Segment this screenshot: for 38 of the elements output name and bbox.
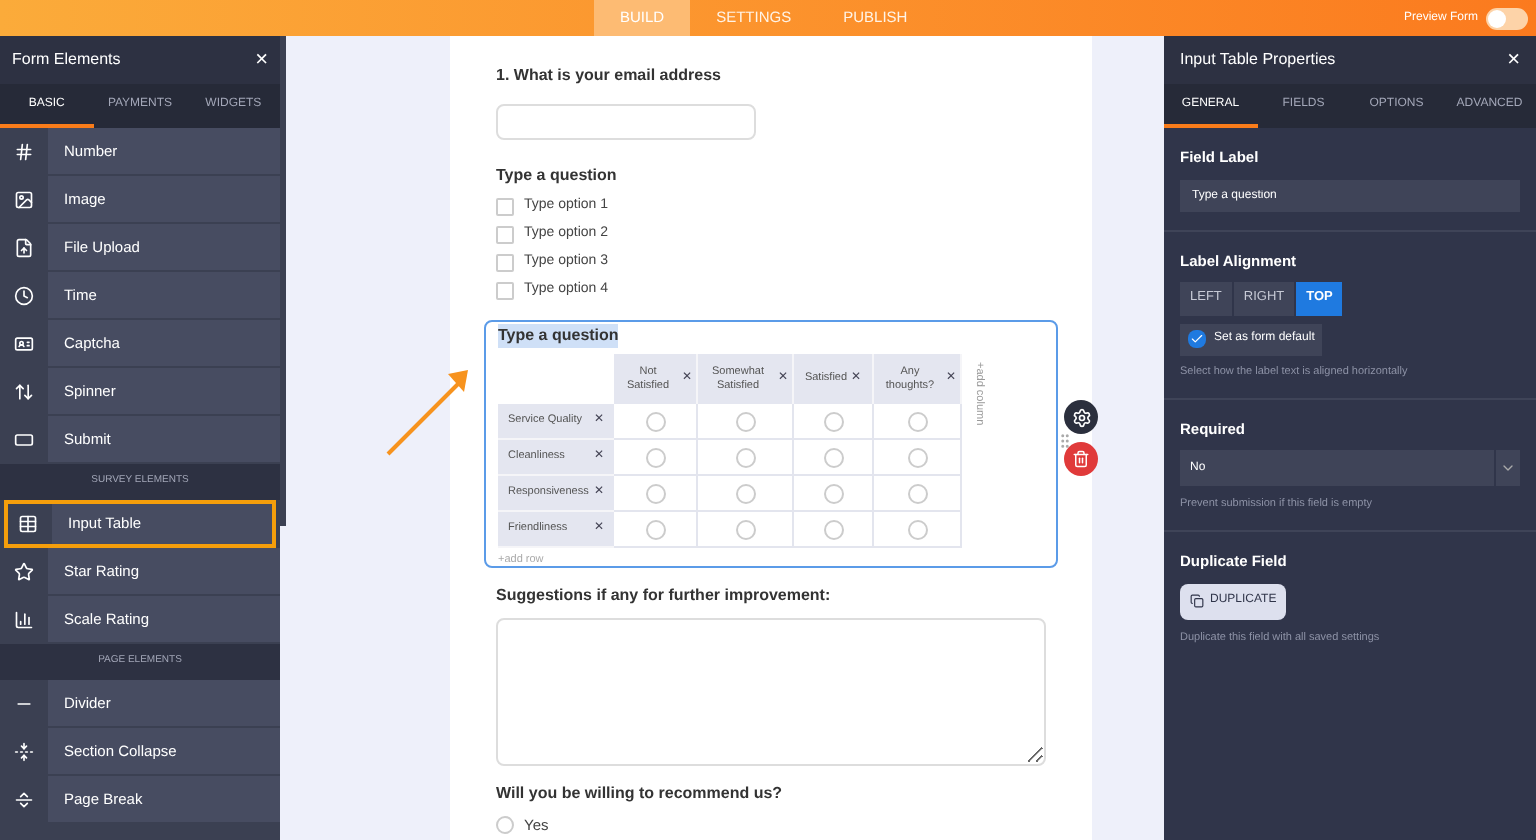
arrow-icon	[384, 366, 472, 458]
page-break-icon	[14, 789, 34, 809]
bar-chart-icon	[14, 609, 34, 629]
copy-icon	[1190, 594, 1204, 608]
settings-button[interactable]	[1064, 400, 1098, 434]
star-icon	[14, 561, 34, 581]
panel-title: Input Table Properties	[1180, 48, 1336, 72]
gear-icon	[1071, 407, 1091, 427]
up-down-arrows-icon	[14, 381, 34, 401]
radio-button[interactable]	[496, 816, 514, 835]
card-icon	[14, 333, 34, 353]
panel-title: Form Elements	[12, 48, 121, 72]
suggestions-field[interactable]	[496, 618, 1046, 766]
preview-toggle[interactable]	[1486, 7, 1528, 29]
button-icon	[14, 429, 34, 449]
close-button[interactable]: ×	[255, 43, 268, 77]
file-upload-icon	[14, 237, 34, 257]
question-label: 1. What is your email address	[496, 64, 723, 88]
hash-icon	[14, 141, 34, 161]
checkbox[interactable]	[496, 281, 514, 299]
clock-icon	[14, 285, 34, 305]
chevron-down-icon	[1500, 460, 1516, 476]
question-label: Type a question	[496, 164, 619, 188]
image-icon	[14, 189, 34, 209]
checkbox[interactable]	[1188, 330, 1206, 348]
table-icon	[18, 513, 38, 533]
question-label: Suggestions if any for further improvement:	[496, 584, 833, 608]
close-button[interactable]: ×	[1507, 43, 1520, 77]
checkbox[interactable]	[496, 197, 514, 215]
checkbox[interactable]	[496, 253, 514, 271]
question-label: Will you be willing to recommend us?	[496, 782, 785, 806]
delete-button[interactable]	[1064, 442, 1098, 476]
question-label: Type a question	[498, 324, 619, 348]
trash-icon	[1072, 450, 1090, 468]
collapse-icon	[14, 741, 34, 761]
drag-handle-icon[interactable]	[1056, 432, 1074, 450]
email-field[interactable]	[496, 104, 756, 140]
checkbox[interactable]	[496, 225, 514, 243]
